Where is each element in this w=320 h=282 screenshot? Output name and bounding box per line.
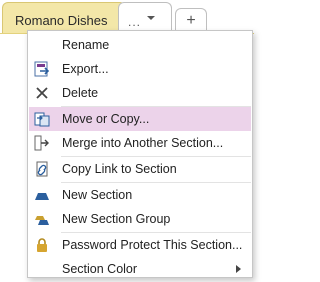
- menu-item-move-or-copy[interactable]: Move or Copy...: [29, 107, 251, 131]
- menu-item-label: Rename: [62, 38, 110, 52]
- plus-icon: +: [186, 12, 196, 29]
- export-icon: [34, 61, 50, 77]
- submenu-arrow-icon: [236, 265, 241, 273]
- link-icon: [36, 161, 48, 177]
- menu-item-delete[interactable]: Delete: [29, 81, 251, 105]
- menu-item-new-section-group[interactable]: New Section Group: [29, 207, 251, 231]
- menu-item-rename[interactable]: Rename: [29, 33, 251, 57]
- menu-item-label: Delete: [62, 86, 99, 100]
- menu-item-copy-link[interactable]: Copy Link to Section: [29, 157, 251, 181]
- menu-item-label: Move or Copy...: [62, 112, 150, 126]
- section-context-menu: Rename Export... Delete Move or Copy... …: [27, 30, 253, 278]
- chevron-down-icon: [147, 16, 155, 20]
- new-section-icon: [35, 193, 49, 200]
- menu-item-new-section[interactable]: New Section: [29, 183, 251, 207]
- menu-item-label: Section Color: [62, 262, 138, 276]
- menu-item-label: Export...: [62, 62, 109, 76]
- menu-item-export[interactable]: Export...: [29, 57, 251, 81]
- menu-item-label: Copy Link to Section: [62, 162, 177, 176]
- menu-item-section-color[interactable]: Section Color: [29, 257, 251, 281]
- menu-item-label: New Section Group: [62, 212, 171, 226]
- merge-icon: [34, 135, 49, 151]
- menu-item-label: New Section: [62, 188, 133, 202]
- menu-item-label: Merge into Another Section...: [62, 136, 224, 150]
- lock-icon: [37, 238, 47, 252]
- more-dots-icon: ...: [128, 15, 142, 29]
- new-section-group-icon: [35, 216, 49, 225]
- menu-item-label: Password Protect This Section...: [62, 238, 243, 252]
- menu-item-merge[interactable]: Merge into Another Section...: [29, 131, 251, 155]
- move-copy-icon: [34, 112, 50, 127]
- section-tab-label: Romano Dishes: [15, 13, 108, 28]
- menu-item-password-protect[interactable]: Password Protect This Section...: [29, 233, 251, 257]
- section-tab-bar: Romano Dishes ... +: [0, 0, 254, 34]
- delete-x-icon: [36, 87, 48, 99]
